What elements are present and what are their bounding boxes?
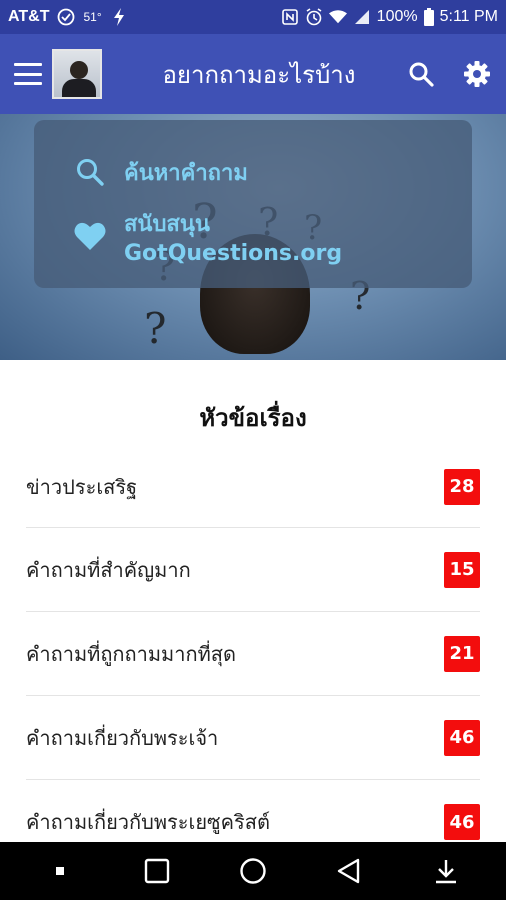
- topic-label: คำถามเกี่ยวกับพระเจ้า: [26, 725, 219, 750]
- signal-icon: [353, 8, 371, 26]
- time-label: 5:11 PM: [439, 8, 498, 25]
- count-badge: 21: [444, 635, 480, 672]
- app-logo[interactable]: [52, 49, 102, 99]
- count-badge: 46: [444, 804, 480, 840]
- count-badge: 28: [444, 468, 480, 505]
- home-icon[interactable]: [233, 851, 273, 891]
- app-bar: อยากถามอะไรบ้าง: [0, 34, 506, 114]
- support-label: สนับสนุน GotQuestions.org: [124, 212, 343, 266]
- list-item[interactable]: ข่าวประเสริฐ 28: [26, 446, 480, 528]
- system-nav-bar: [0, 842, 506, 900]
- lightning-icon: [110, 8, 128, 26]
- topic-label: คำถามที่ถูกถามมากที่สุด: [26, 641, 236, 666]
- topic-label: ข่าวประเสริฐ: [26, 474, 138, 499]
- recents-icon[interactable]: [137, 851, 177, 891]
- dot-icon[interactable]: [40, 851, 80, 891]
- count-badge: 15: [444, 551, 480, 588]
- list-item[interactable]: คำถามเกี่ยวกับพระเจ้า 46: [26, 696, 480, 780]
- battery-label: 100%: [376, 8, 418, 25]
- topic-label: คำถามเกี่ยวกับพระเยซูคริสต์: [26, 810, 270, 834]
- back-icon[interactable]: [329, 851, 369, 891]
- count-badge: 46: [444, 719, 480, 756]
- search-questions-link[interactable]: ค้นหาคำถาม: [74, 144, 432, 200]
- support-link[interactable]: สนับสนุน GotQuestions.org: [74, 208, 432, 266]
- heart-icon: [74, 220, 106, 252]
- carrier-label: AT&T: [8, 8, 50, 25]
- hero-banner: ? ? ? ? ? ? ค้นหาคำถาม สนับสนุน GotQuest…: [0, 114, 506, 360]
- battery-icon: [423, 8, 434, 26]
- search-icon: [74, 156, 106, 188]
- section-title: หัวข้อเรื่อง: [199, 404, 307, 432]
- alarm-icon: [305, 8, 323, 26]
- temperature-label: 51°: [83, 10, 102, 24]
- topic-label: คำถามที่สำคัญมาก: [26, 557, 191, 582]
- topic-list: ข่าวประเสริฐ 28 คำถามที่สำคัญมาก 15 คำถา…: [26, 446, 480, 864]
- app-title: อยากถามอะไรบ้าง: [162, 60, 356, 89]
- hero-menu-card: ค้นหาคำถาม สนับสนุน GotQuestions.org: [34, 120, 472, 288]
- download-icon[interactable]: [426, 851, 466, 891]
- search-questions-label: ค้นหาคำถาม: [124, 160, 248, 186]
- wifi-icon: [328, 8, 347, 26]
- status-bar: AT&T 51° 100% 5:11 PM: [0, 0, 506, 34]
- check-circle-icon: [57, 8, 75, 26]
- list-item[interactable]: คำถามที่สำคัญมาก 15: [26, 528, 480, 612]
- topics-section: หัวข้อเรื่อง ข่าวประเสริฐ 28 คำถามที่สำค…: [0, 360, 506, 842]
- nfc-icon: [281, 8, 299, 26]
- settings-icon[interactable]: [462, 59, 492, 89]
- search-icon[interactable]: [406, 59, 436, 89]
- menu-icon[interactable]: [14, 63, 42, 85]
- list-item[interactable]: คำถามที่ถูกถามมากที่สุด 21: [26, 612, 480, 696]
